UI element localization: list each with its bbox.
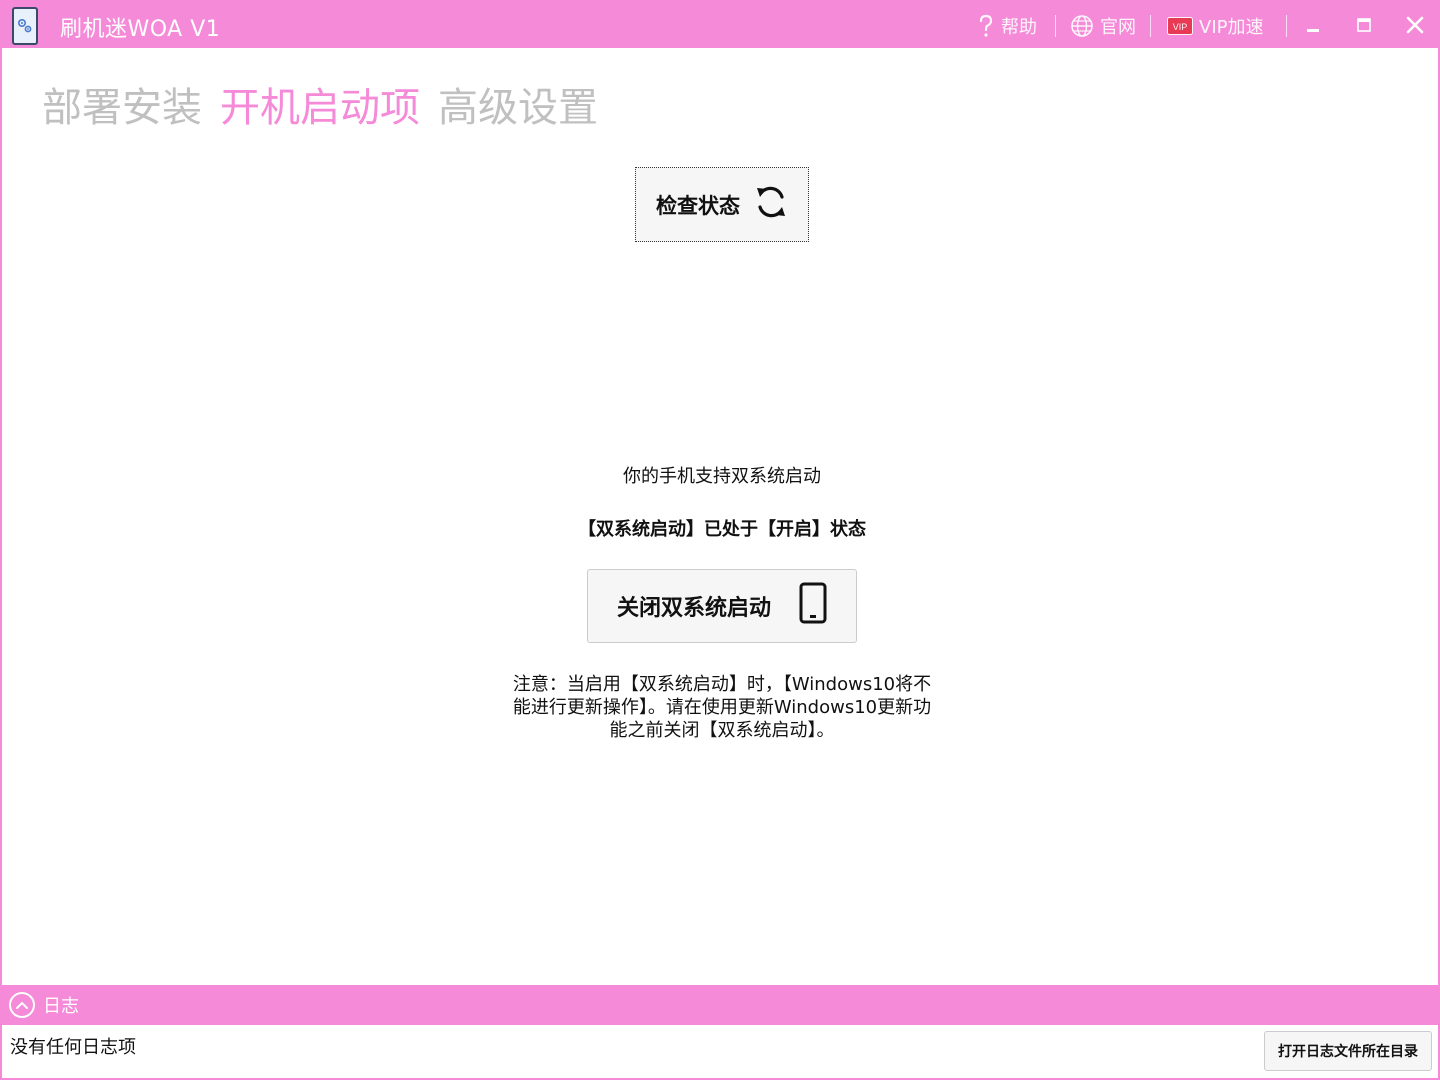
minimize-icon [1307, 29, 1319, 32]
check-status-button[interactable]: 检查状态 [635, 167, 809, 242]
maximize-icon [1357, 18, 1371, 32]
help-button[interactable]: 帮助 [977, 13, 1037, 39]
log-panel: 没有任何日志项 打开日志文件所在目录 [2, 1025, 1438, 1078]
dual-boot-status: 【双系统启动】已处于【开启】状态 [578, 519, 866, 540]
question-icon [977, 13, 995, 39]
minimize-button[interactable] [1298, 10, 1328, 40]
help-label: 帮助 [1001, 17, 1037, 38]
close-button[interactable] [1400, 10, 1430, 40]
tab-deploy-install[interactable]: 部署安装 [42, 82, 202, 134]
tab-boot-items[interactable]: 开机启动项 [220, 82, 420, 134]
disable-dual-boot-button[interactable]: 关闭双系统启动 [587, 569, 857, 643]
app-logo-icon [12, 7, 38, 45]
vip-badge-text: VIP [1173, 22, 1188, 32]
title-bar: 刷机迷WOA V1 帮助 官网 VIP VIP加速 [2, 2, 1438, 48]
app-window: 刷机迷WOA V1 帮助 官网 VIP VIP加速 部署安装 开机启动项 高级设… [0, 0, 1440, 1080]
close-icon [1406, 16, 1424, 34]
disable-dual-boot-label: 关闭双系统启动 [616, 596, 771, 621]
log-empty-message: 没有任何日志项 [10, 1037, 136, 1058]
tab-advanced-settings[interactable]: 高级设置 [438, 82, 598, 134]
refresh-icon [754, 183, 788, 226]
globe-icon [1070, 14, 1094, 38]
chevron-up-circle-icon[interactable] [9, 992, 35, 1018]
log-label: 日志 [43, 996, 79, 1017]
title-separator [1055, 15, 1056, 37]
website-label: 官网 [1100, 17, 1136, 38]
check-status-label: 检查状态 [656, 193, 740, 218]
phone-icon [799, 582, 827, 630]
support-message: 你的手机支持双系统启动 [623, 466, 821, 487]
app-title: 刷机迷WOA V1 [60, 17, 221, 42]
vip-label: VIP加速 [1199, 17, 1264, 38]
log-panel-header[interactable]: 日志 [2, 985, 1438, 1025]
title-separator [1150, 15, 1151, 37]
open-log-folder-button[interactable]: 打开日志文件所在目录 [1264, 1031, 1432, 1071]
vip-button[interactable]: VIP VIP加速 [1167, 13, 1263, 39]
main-tabs: 部署安装 开机启动项 高级设置 [42, 82, 598, 134]
maximize-button[interactable] [1349, 10, 1379, 40]
dual-boot-note: 注意：当启用【双系统启动】时，【Windows10将不能进行更新操作】。请在使用… [512, 674, 932, 741]
vip-badge-icon: VIP [1167, 17, 1193, 35]
website-button[interactable]: 官网 [1070, 13, 1136, 39]
title-separator [1286, 15, 1287, 37]
